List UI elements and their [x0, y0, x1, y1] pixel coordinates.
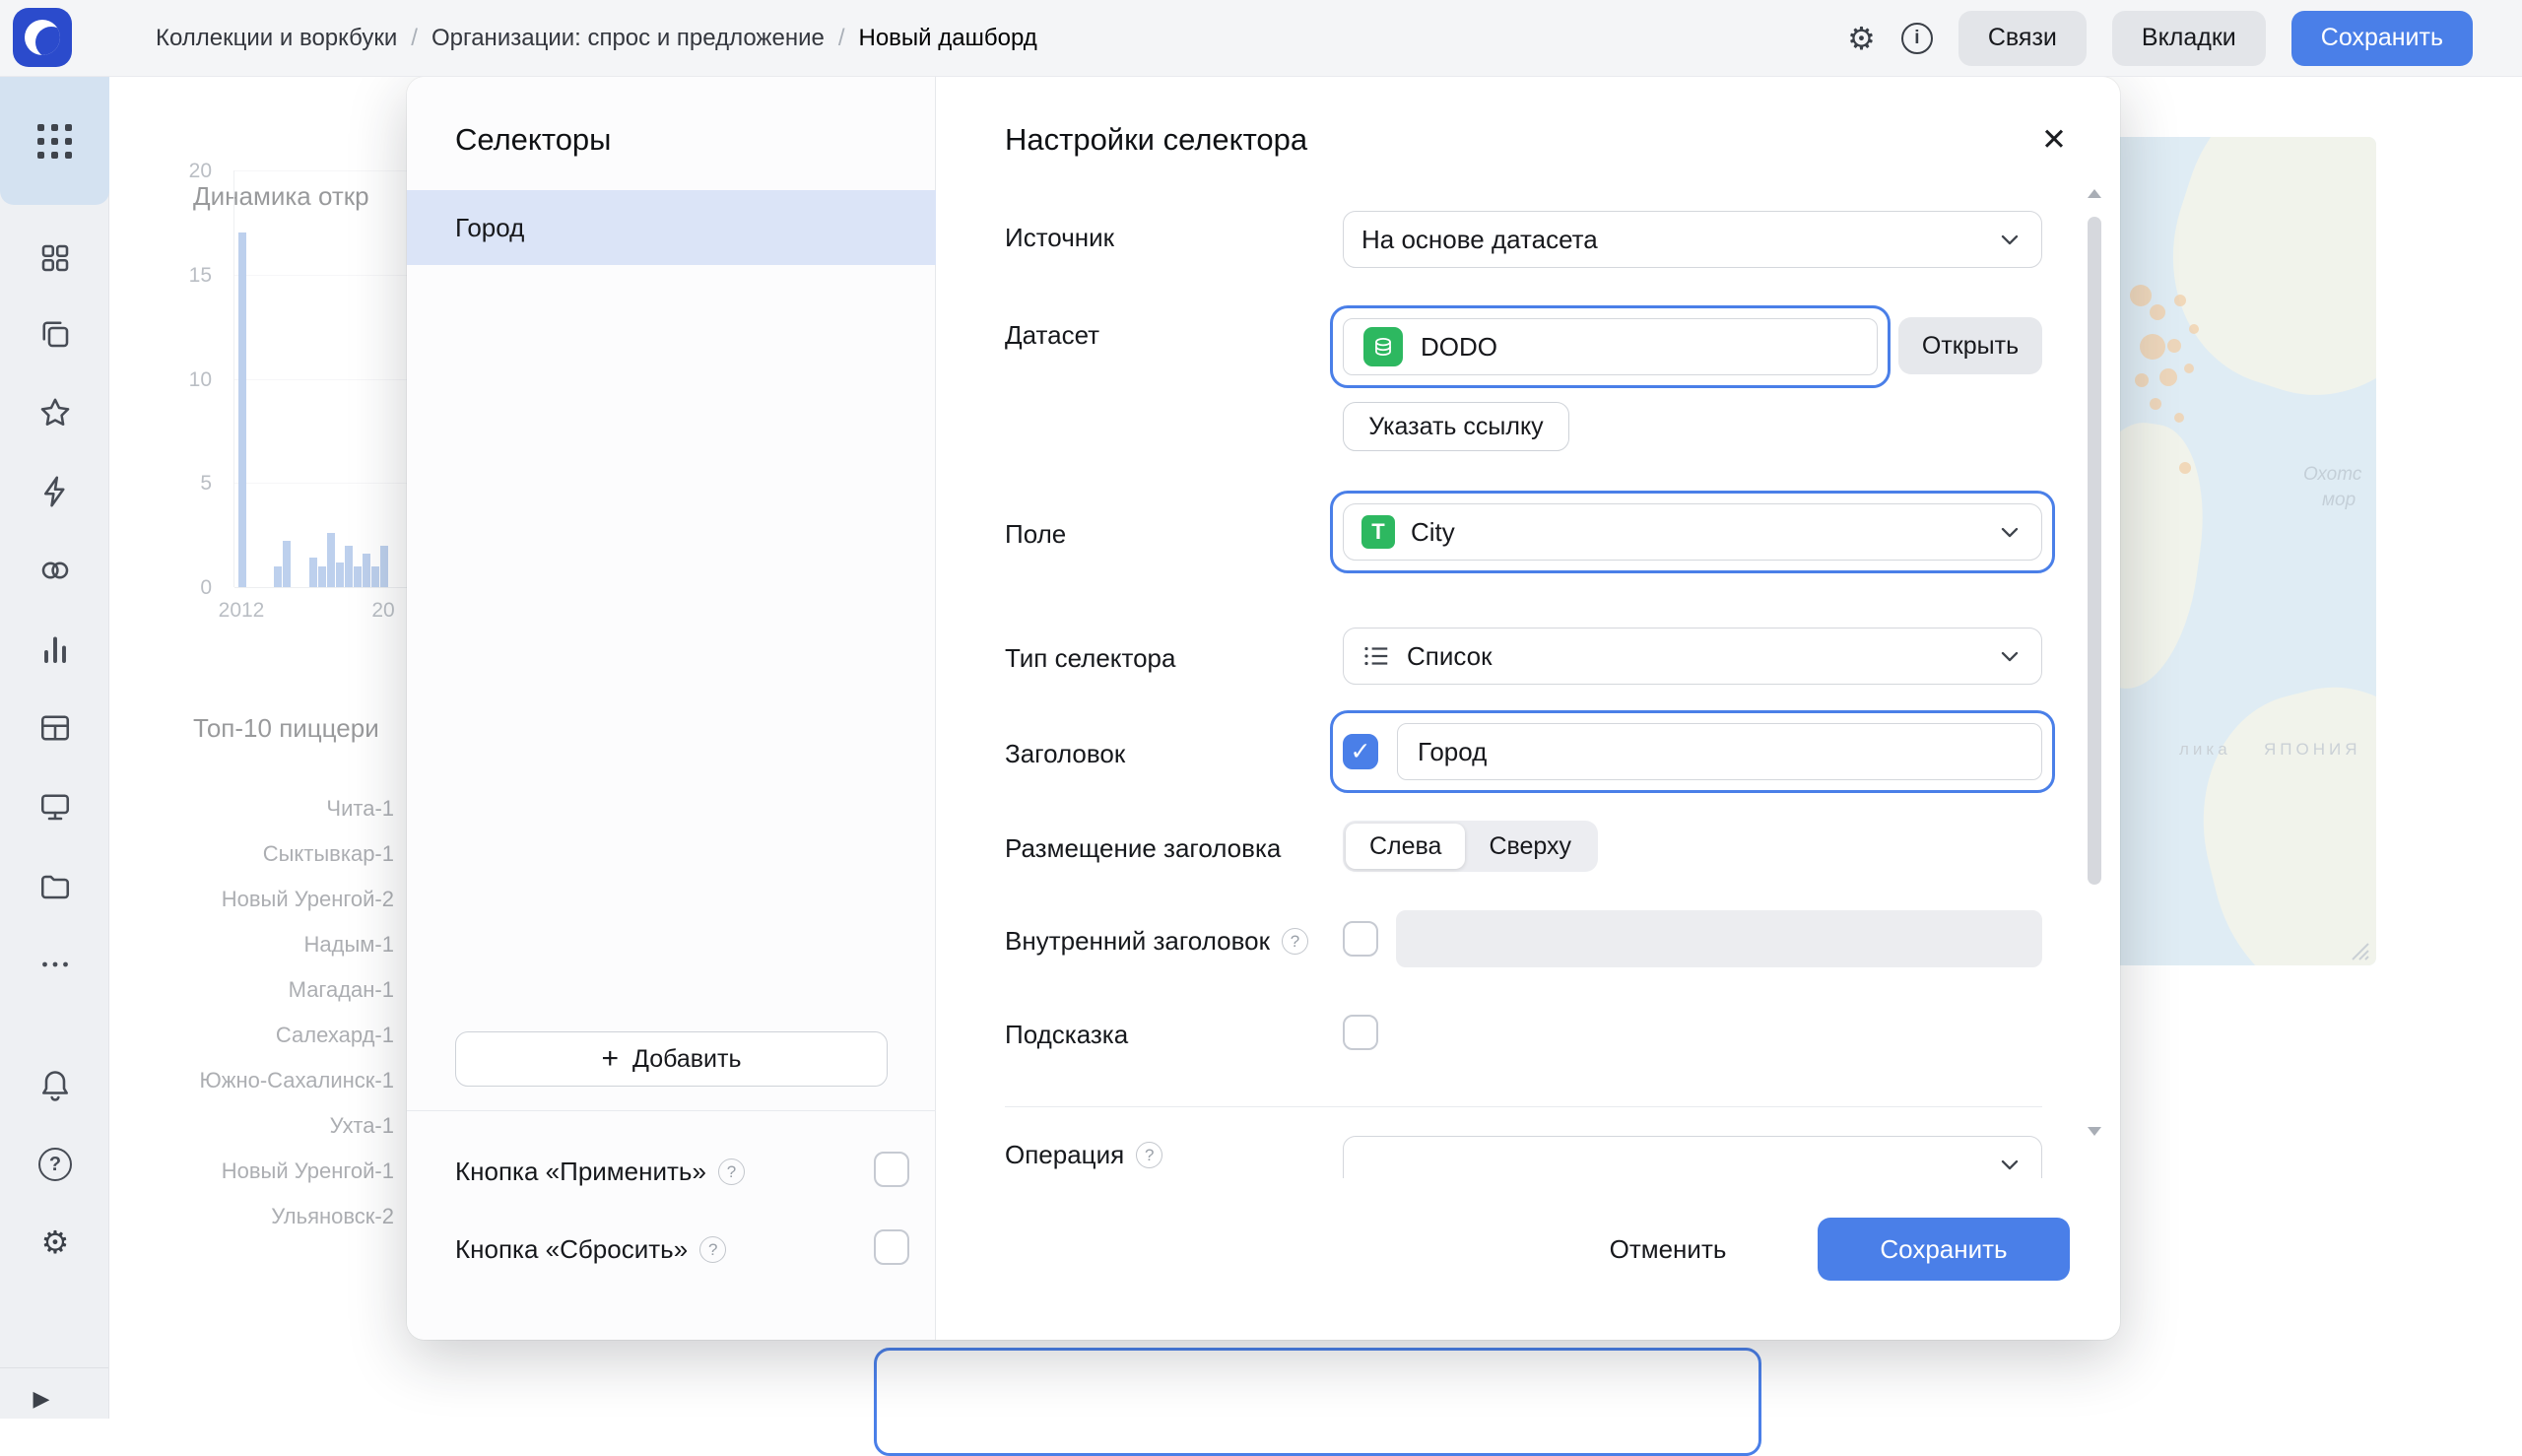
close-icon[interactable]: ✕	[2030, 116, 2078, 164]
title-focus-ring: ✓ Город	[1330, 710, 2055, 793]
reset-button-option-label: Кнопка «Сбросить» ?	[455, 1234, 726, 1265]
breadcrumb-workbook[interactable]: Организации: спрос и предложение	[431, 25, 825, 52]
check-icon: ✓	[1351, 737, 1371, 766]
links-button[interactable]: Связи	[1958, 11, 2087, 66]
inner-title-label: Внутренний заголовок ?	[1005, 926, 1308, 957]
reset-button-checkbox[interactable]	[874, 1229, 909, 1265]
notifications-bell-icon[interactable]	[35, 1066, 75, 1105]
apps-menu-area[interactable]	[0, 77, 109, 205]
dataset-name: DODO	[1421, 332, 1497, 363]
selector-list-item-gorod[interactable]: Город	[407, 190, 936, 265]
more-ellipsis-icon[interactable]	[35, 945, 75, 984]
plus-icon: +	[601, 1044, 619, 1074]
title-checkbox-checked[interactable]: ✓	[1343, 734, 1378, 769]
title-input-value: Город	[1418, 737, 1487, 767]
selectors-panel: Селекторы Город + Добавить Кнопка «Приме…	[407, 77, 936, 1340]
collapse-play-icon[interactable]: ▶	[22, 1379, 61, 1419]
placement-option-top[interactable]: Сверху	[1465, 824, 1595, 869]
field-focus-ring: T City	[1330, 491, 2055, 573]
help-question-icon[interactable]: ?	[35, 1145, 75, 1184]
placement-label: Размещение заголовка	[1005, 833, 1281, 864]
breadcrumb-collections[interactable]: Коллекции и воркбуки	[156, 25, 397, 52]
placement-segmented-control: Слева Сверху	[1343, 821, 1598, 872]
dataset-label: Датасет	[1005, 320, 1099, 351]
settings-scroll-area: Источник На основе датасета Датасет DODO…	[937, 201, 2084, 1178]
inner-title-help-icon[interactable]: ?	[1282, 928, 1308, 955]
settings-divider	[1005, 1106, 2042, 1107]
open-dataset-button[interactable]: Открыть	[1898, 317, 2042, 374]
selector-type-value: Список	[1407, 641, 1980, 672]
chevron-down-icon	[1996, 1151, 2024, 1178]
charts-bar-icon[interactable]	[35, 629, 75, 669]
dataset-focus-ring: DODO	[1330, 305, 1891, 388]
dataset-db-icon	[1363, 327, 1403, 366]
new-selector-widget-outline[interactable]	[874, 1348, 1761, 1456]
title-input[interactable]: Город	[1397, 723, 2042, 780]
placement-option-left[interactable]: Слева	[1346, 824, 1465, 869]
modal-save-button[interactable]: Сохранить	[1818, 1218, 2070, 1281]
cancel-button[interactable]: Отменить	[1589, 1218, 1747, 1281]
field-select[interactable]: T City	[1343, 503, 2042, 561]
breadcrumb-current-dashboard: Новый дашборд	[859, 25, 1037, 52]
scroll-down-icon[interactable]	[2088, 1127, 2101, 1136]
scroll-up-icon[interactable]	[2088, 189, 2101, 198]
breadcrumb-separator: /	[838, 25, 845, 52]
selector-type-select[interactable]: Список	[1343, 628, 2042, 685]
inner-title-checkbox[interactable]	[1343, 921, 1378, 957]
operation-label: Операция ?	[1005, 1140, 1162, 1170]
settings-gear-icon[interactable]: ⚙	[35, 1223, 75, 1262]
apply-button-option-label: Кнопка «Применить» ?	[455, 1157, 745, 1187]
settings-panel-title: Настройки селектора	[1005, 122, 1307, 158]
operation-select[interactable]	[1343, 1136, 2042, 1178]
reset-help-icon[interactable]: ?	[699, 1236, 726, 1263]
selector-settings-dialog: Селекторы Город + Добавить Кнопка «Приме…	[407, 77, 2120, 1340]
operation-help-icon[interactable]: ?	[1136, 1142, 1162, 1168]
selector-item-label: Город	[455, 213, 524, 243]
field-type-string-icon: T	[1361, 515, 1395, 549]
logo-glyph-icon	[25, 20, 60, 55]
workbooks-layers-icon[interactable]	[35, 314, 75, 354]
breadcrumb: Коллекции и воркбуки / Организации: спро…	[156, 25, 1037, 52]
chevron-down-icon	[1996, 642, 2024, 670]
apps-grid-icon[interactable]	[37, 124, 72, 159]
chevron-down-icon	[1996, 518, 2024, 546]
header-info-icon[interactable]: i	[1901, 23, 1933, 54]
source-value: На основе датасета	[1361, 225, 1996, 255]
source-label: Источник	[1005, 223, 1114, 253]
favorites-star-icon[interactable]	[35, 393, 75, 432]
sidebar-divider	[0, 1367, 108, 1368]
modal-scrollbar-thumb[interactable]	[2088, 217, 2101, 885]
top-header: Коллекции и воркбуки / Организации: спро…	[0, 0, 2522, 77]
list-icon	[1361, 641, 1391, 671]
add-selector-label: Добавить	[632, 1045, 742, 1074]
add-selector-button[interactable]: + Добавить	[455, 1031, 888, 1087]
source-select[interactable]: На основе датасета	[1343, 211, 2042, 268]
apply-help-icon[interactable]: ?	[718, 1158, 745, 1185]
field-label: Поле	[1005, 519, 1066, 550]
panel-divider	[407, 1110, 936, 1111]
header-save-button[interactable]: Сохранить	[2291, 11, 2473, 66]
hint-label: Подсказка	[1005, 1020, 1128, 1050]
chevron-down-icon	[1996, 226, 2024, 253]
dashboards-grid-icon[interactable]	[35, 238, 75, 278]
presentations-monitor-icon[interactable]	[35, 787, 75, 827]
inner-title-input-disabled	[1396, 910, 2042, 967]
services-circles-icon[interactable]	[35, 551, 75, 590]
quick-lightning-icon[interactable]	[35, 472, 75, 511]
tabs-button[interactable]: Вкладки	[2112, 11, 2266, 66]
breadcrumb-separator: /	[411, 25, 418, 52]
specify-link-button[interactable]: Указать ссылку	[1343, 402, 1569, 451]
field-value: City	[1411, 517, 1980, 548]
datalens-logo[interactable]	[13, 8, 72, 67]
selectors-panel-title: Селекторы	[455, 122, 611, 158]
title-label: Заголовок	[1005, 739, 1125, 769]
left-sidebar: ? ⚙ ▶	[0, 77, 109, 1419]
tables-icon[interactable]	[35, 708, 75, 748]
hint-checkbox[interactable]	[1343, 1015, 1378, 1050]
apply-button-checkbox[interactable]	[874, 1152, 909, 1187]
header-settings-gear-icon[interactable]: ⚙	[1847, 23, 1876, 54]
selector-type-label: Тип селектора	[1005, 643, 1175, 674]
dataset-field[interactable]: DODO	[1343, 318, 1878, 375]
files-folder-icon[interactable]	[35, 866, 75, 905]
